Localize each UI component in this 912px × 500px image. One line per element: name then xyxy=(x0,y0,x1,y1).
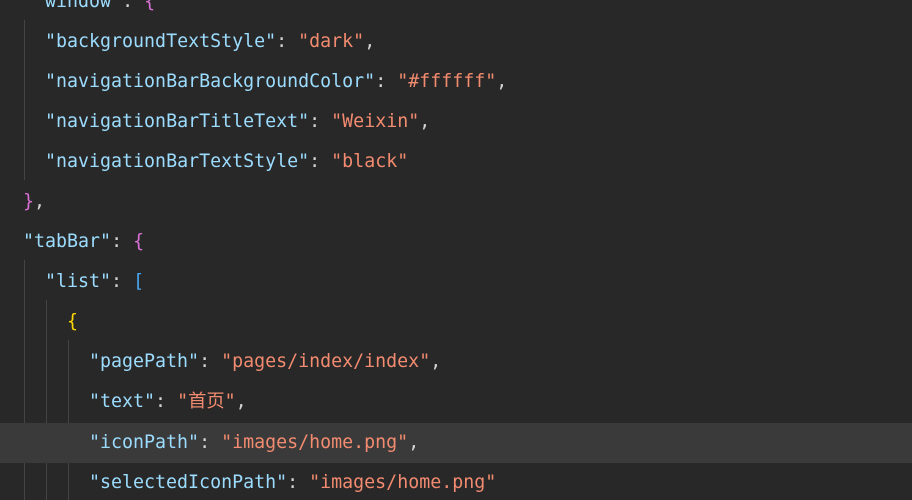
token-key: "navigationBarBackgroundColor" xyxy=(45,71,376,92)
code-line[interactable]: "text": "首页", xyxy=(0,382,912,422)
token-punctuation: , xyxy=(419,111,431,132)
code-line[interactable]: "selectedIconPath": "images/home.png" xyxy=(0,463,912,500)
token-string: "dark" xyxy=(298,31,365,52)
token-punctuation: : xyxy=(122,0,145,12)
code-line[interactable]: "iconPath": "images/home.png", xyxy=(0,423,912,463)
code-line[interactable]: "navigationBarTextStyle": "black" xyxy=(0,142,912,182)
token-brace-level3: { xyxy=(67,311,79,332)
token-key: "navigationBarTitleText" xyxy=(45,111,310,132)
code-line[interactable]: "list": [ xyxy=(0,262,912,302)
code-editor[interactable]: "window": { "backgroundTextStyle": "dark… xyxy=(0,0,912,500)
token-punctuation: : xyxy=(287,472,310,493)
token-punctuation: : xyxy=(111,271,134,292)
token-punctuation: : xyxy=(199,351,222,372)
token-punctuation: , xyxy=(34,191,46,212)
code-line[interactable]: "navigationBarBackgroundColor": "#ffffff… xyxy=(0,62,912,102)
token-key: "iconPath" xyxy=(89,432,200,453)
code-line[interactable]: "backgroundTextStyle": "dark", xyxy=(0,22,912,62)
token-punctuation: : xyxy=(375,71,398,92)
token-brace-level1: } xyxy=(23,191,35,212)
code-line[interactable]: "window": { xyxy=(0,0,912,22)
token-string: "Weixin" xyxy=(331,111,420,132)
token-key: "text" xyxy=(89,391,156,412)
token-brace-level1: { xyxy=(133,231,145,252)
code-line[interactable]: }, xyxy=(0,182,912,222)
token-string: "images/home.png" xyxy=(221,432,409,453)
token-brace-level1: { xyxy=(144,0,156,12)
token-string: "pages/index/index" xyxy=(221,351,431,372)
token-punctuation: : xyxy=(309,151,332,172)
token-punctuation: , xyxy=(496,71,508,92)
token-key: "window" xyxy=(34,0,123,12)
token-punctuation: : xyxy=(276,31,299,52)
token-punctuation: , xyxy=(430,351,442,372)
token-punctuation: : xyxy=(155,391,178,412)
token-punctuation: : xyxy=(309,111,332,132)
token-bracket-level2: [ xyxy=(133,271,145,292)
code-line[interactable]: "pagePath": "pages/index/index", xyxy=(0,342,912,382)
code-line[interactable]: "tabBar": { xyxy=(0,222,912,262)
token-key: "navigationBarTextStyle" xyxy=(45,151,310,172)
code-line[interactable]: "navigationBarTitleText": "Weixin", xyxy=(0,102,912,142)
token-string: "black" xyxy=(331,151,409,172)
token-key: "backgroundTextStyle" xyxy=(45,31,277,52)
token-punctuation: , xyxy=(408,432,420,453)
token-key: "list" xyxy=(45,271,112,292)
code-line[interactable]: { xyxy=(0,302,912,342)
token-string: "images/home.png" xyxy=(309,472,497,493)
token-punctuation: , xyxy=(235,391,247,412)
token-key: "tabBar" xyxy=(23,231,112,252)
token-key: "selectedIconPath" xyxy=(89,472,288,493)
token-string: "#ffffff" xyxy=(397,71,497,92)
token-string: "首页" xyxy=(177,391,236,412)
token-key: "pagePath" xyxy=(89,351,200,372)
token-punctuation: : xyxy=(111,231,134,252)
token-punctuation: : xyxy=(199,432,222,453)
token-punctuation: , xyxy=(364,31,376,52)
